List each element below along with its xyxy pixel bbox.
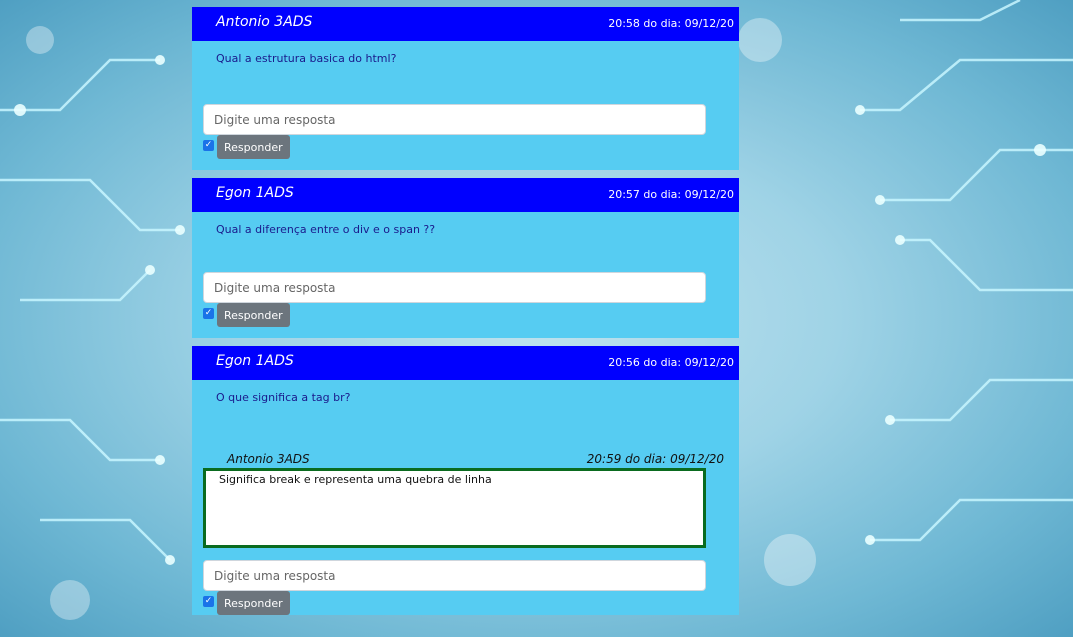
answer-timestamp: 20:59 do dia: 09/12/20 [586,452,724,466]
reply-actions: ✓ Responder [203,135,728,159]
answer-author: Antonio 3ADS [227,452,310,466]
reply-area: ✓ Responder [192,104,739,170]
reply-input[interactable] [203,272,706,303]
question-timestamp: 20:58 do dia: 09/12/20 [608,17,734,30]
answer-meta: Antonio 3ADS 20:59 do dia: 09/12/20 [203,452,728,468]
question-timestamp: 20:56 do dia: 09/12/20 [608,356,734,369]
question-text: Qual a diferença entre o div e o span ?? [216,223,436,236]
question-text: Qual a estrutura basica do html? [216,52,397,65]
question-author: Egon 1ADS [216,353,294,369]
checkbox-checked-icon[interactable]: ✓ [203,308,214,319]
question-header: Egon 1ADS 20:56 do dia: 09/12/20 [192,346,739,380]
question-timestamp: 20:57 do dia: 09/12/20 [608,188,734,201]
reply-input[interactable] [203,104,706,135]
question-header: Egon 1ADS 20:57 do dia: 09/12/20 [192,178,739,212]
reply-area: ✓ Responder [192,272,739,338]
question-author: Antonio 3ADS [216,14,313,30]
reply-button[interactable]: Responder [217,591,290,615]
answer: Antonio 3ADS 20:59 do dia: 09/12/20 Sign… [203,452,728,548]
answers-area: Antonio 3ADS 20:59 do dia: 09/12/20 Sign… [192,452,739,615]
question-card: Egon 1ADS 20:56 do dia: 09/12/20 O que s… [192,346,739,615]
question-text: O que significa a tag br? [216,391,351,404]
answer-text: Significa break e representa uma quebra … [203,468,706,548]
checkbox-checked-icon[interactable]: ✓ [203,140,214,151]
reply-button[interactable]: Responder [217,303,290,327]
reply-input[interactable] [203,560,706,591]
question-card: Egon 1ADS 20:57 do dia: 09/12/20 Qual a … [192,178,739,338]
reply-actions: ✓ Responder [203,591,728,615]
question-card: Antonio 3ADS 20:58 do dia: 09/12/20 Qual… [192,7,739,170]
question-author: Egon 1ADS [216,185,294,201]
reply-button[interactable]: Responder [217,135,290,159]
question-header: Antonio 3ADS 20:58 do dia: 09/12/20 [192,7,739,41]
reply-actions: ✓ Responder [203,303,728,327]
questions-column: Antonio 3ADS 20:58 do dia: 09/12/20 Qual… [192,7,739,623]
checkbox-checked-icon[interactable]: ✓ [203,596,214,607]
